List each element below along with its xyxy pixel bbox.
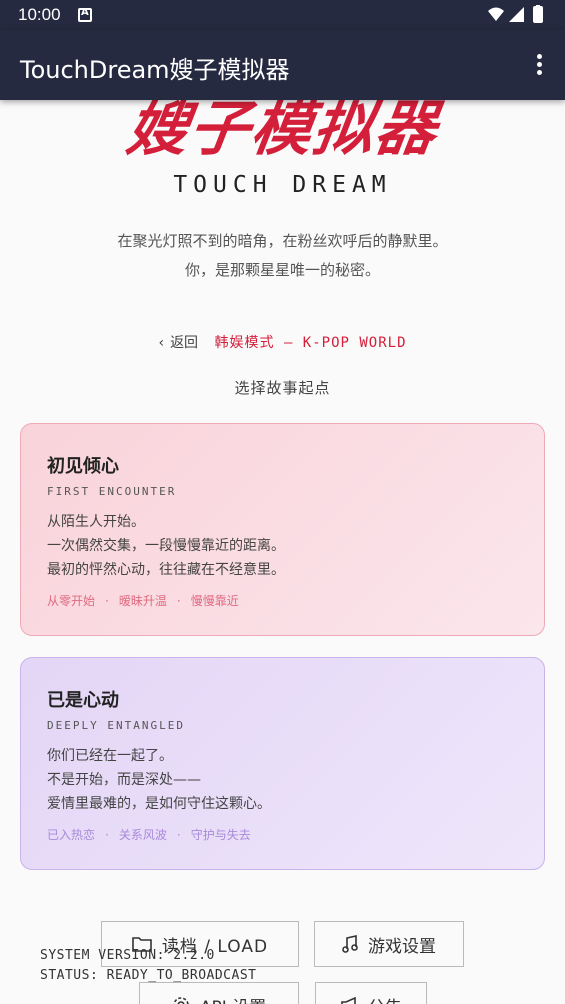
battery-icon — [533, 6, 543, 23]
choose-story-label: 选择故事起点 — [234, 379, 331, 397]
chevron-left-icon: ‹ — [158, 335, 165, 351]
api-settings-button[interactable]: API 设置 — [139, 982, 299, 1004]
card-description: 从陌生人开始。 一次偶然交集，一段慢慢靠近的距离。 最初的怦然心动，往往藏在不经… — [47, 510, 518, 582]
system-status: STATUS: READY_TO_BROADCAST — [40, 968, 257, 983]
card-description: 你们已经在一起了。 不是开始，而是深处—— 爱情里最难的，是如何守住这颗心。 — [47, 744, 518, 816]
signal-icon — [509, 7, 524, 22]
music-note-icon — [342, 935, 358, 953]
card-desc-line: 你们已经在一起了。 — [47, 748, 173, 764]
card-tag: 从零开始 — [47, 594, 96, 608]
story-card-first-encounter[interactable]: 初见倾心 FIRST ENCOUNTER 从陌生人开始。 一次偶然交集，一段慢慢… — [20, 423, 545, 636]
card-tag: 守护与失去 — [190, 828, 251, 842]
status-icons — [488, 5, 543, 23]
tagline-line-2: 你，是那颗星星唯一的秘密。 — [184, 261, 380, 279]
card-tag: 已入热恋 — [47, 828, 96, 842]
notice-label: 公告 — [368, 993, 402, 1004]
api-settings-label: API 设置 — [200, 993, 266, 1004]
hero-title: 嫂子模拟器 — [122, 96, 443, 162]
story-card-deeply-entangled[interactable]: 已是心动 DEEPLY ENTANGLED 你们已经在一起了。 不是开始，而是深… — [20, 657, 545, 870]
app-bar: TouchDream嫂子模拟器 — [0, 30, 565, 100]
card-desc-line: 从陌生人开始。 — [47, 514, 145, 530]
card-tags: 已入热恋 · 关系风波 · 守护与失去 — [47, 828, 251, 842]
card-tag: 暧昧升温 — [118, 594, 167, 608]
game-settings-label: 游戏设置 — [368, 936, 436, 957]
card-tags: 从零开始 · 暧昧升温 · 慢慢靠近 — [47, 594, 239, 608]
back-button[interactable]: ‹ 返回 — [158, 332, 198, 352]
card-title: 初见倾心 — [47, 456, 119, 477]
megaphone-icon — [341, 997, 356, 1004]
app-title: TouchDream嫂子模拟器 — [20, 56, 290, 84]
status-bar: 10:00 — [0, 0, 565, 30]
card-tag: 关系风波 — [118, 828, 167, 842]
notice-button[interactable]: 公告 — [315, 982, 427, 1004]
card-tag: 慢慢靠近 — [190, 594, 239, 608]
card-subtitle: FIRST ENCOUNTER — [47, 485, 177, 498]
game-settings-button[interactable]: 游戏设置 — [314, 921, 464, 967]
card-desc-line: 一次偶然交集，一段慢慢靠近的距离。 — [47, 538, 285, 554]
hero-subtitle: TOUCH DREAM — [173, 172, 392, 198]
card-desc-line: 最初的怦然心动，往往藏在不经意里。 — [47, 562, 285, 578]
overflow-menu-icon[interactable] — [535, 54, 543, 76]
notification-a-icon — [78, 7, 92, 22]
nav-row: ‹ 返回 韩娱模式 — K-POP WORLD — [0, 332, 565, 352]
gear-icon — [173, 997, 189, 1004]
card-subtitle: DEEPLY ENTANGLED — [47, 719, 185, 732]
status-time: 10:00 — [18, 5, 61, 24]
back-label: 返回 — [170, 335, 199, 351]
card-title: 已是心动 — [47, 690, 119, 711]
card-desc-line: 爱情里最难的，是如何守住这颗心。 — [47, 796, 271, 812]
mode-label: 韩娱模式 — K-POP WORLD — [214, 335, 407, 351]
wifi-icon — [488, 7, 504, 21]
system-version: SYSTEM VERSION: 2.2.0 — [40, 948, 215, 963]
tagline-line-1: 在聚光灯照不到的暗角，在粉丝欢呼后的静默里。 — [117, 232, 448, 250]
card-desc-line: 不是开始，而是深处—— — [47, 772, 201, 788]
